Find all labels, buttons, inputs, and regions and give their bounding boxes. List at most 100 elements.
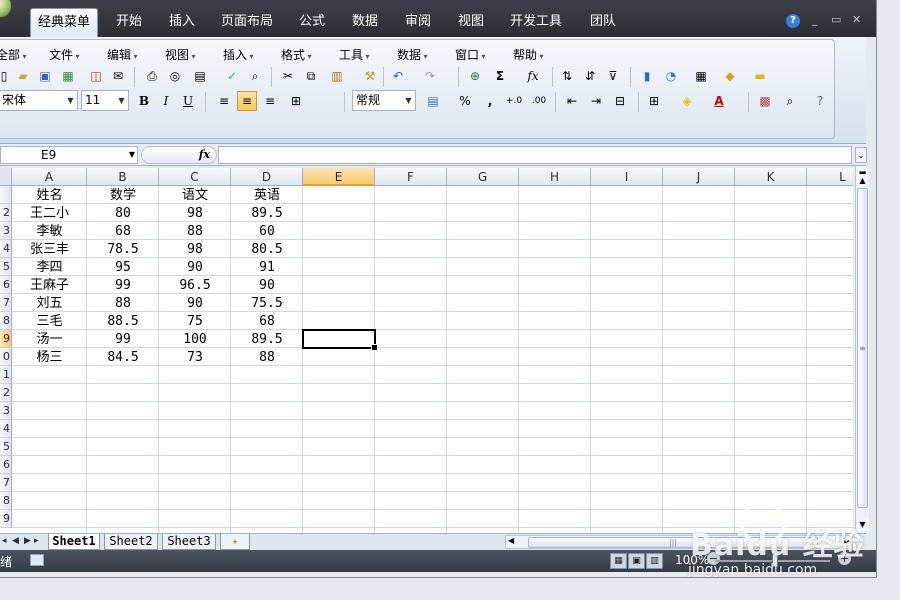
help-icon[interactable]: ? xyxy=(786,14,800,28)
row-header-17[interactable]: 7 xyxy=(0,474,12,492)
tab-formulas[interactable]: 公式 xyxy=(291,8,333,37)
column-header-f[interactable]: F xyxy=(375,168,447,186)
menu-file[interactable]: 文件 xyxy=(49,46,80,63)
insert-function-icon[interactable]: fx xyxy=(523,66,543,86)
score-cell[interactable]: 89.5 xyxy=(231,330,303,348)
row-header-6[interactable]: 6 xyxy=(0,276,12,294)
fill-color-icon[interactable]: ◈ xyxy=(677,91,697,111)
zoom-search-icon[interactable]: ⌕ xyxy=(780,91,800,111)
name-cell[interactable]: 三毛 xyxy=(12,312,87,330)
tab-data[interactable]: 数据 xyxy=(344,8,386,37)
tab-page-layout[interactable]: 页面布局 xyxy=(216,8,278,37)
sheet-tab-3[interactable]: Sheet3 xyxy=(162,534,216,550)
close-icon[interactable]: ✕ xyxy=(852,13,861,26)
vertical-scroll-thumb[interactable]: ≡ xyxy=(857,188,868,508)
styles-icon[interactable]: ▩ xyxy=(755,91,775,111)
column-header-h[interactable]: H xyxy=(519,168,591,186)
score-cell[interactable]: 75 xyxy=(159,312,231,330)
score-cell[interactable]: 84.5 xyxy=(87,348,159,366)
sort-ascending-icon[interactable]: ⇅ xyxy=(557,66,577,86)
score-cell[interactable]: 80 xyxy=(87,204,159,222)
column-header-j[interactable]: J xyxy=(663,168,735,186)
menu-tools[interactable]: 工具 xyxy=(339,46,370,63)
score-cell[interactable]: 88 xyxy=(87,294,159,312)
score-cell[interactable]: 89.5 xyxy=(231,204,303,222)
spelling-icon[interactable]: ✓ xyxy=(222,66,242,86)
normal-view-icon[interactable]: ▦ xyxy=(610,553,627,569)
name-cell[interactable]: 汤一 xyxy=(12,330,87,348)
score-cell[interactable]: 90 xyxy=(159,258,231,276)
menu-window[interactable]: 窗口 xyxy=(455,46,486,63)
column-header-e[interactable]: E xyxy=(303,168,375,186)
score-cell[interactable]: 60 xyxy=(231,222,303,240)
score-cell[interactable]: 91 xyxy=(231,258,303,276)
score-cell[interactable]: 88.5 xyxy=(87,312,159,330)
comma-button[interactable]: , xyxy=(480,91,500,111)
score-cell[interactable]: 96.5 xyxy=(159,276,231,294)
tab-team[interactable]: 团队 xyxy=(582,8,624,37)
print-preview-icon[interactable]: ◎ xyxy=(165,66,185,86)
select-all-corner[interactable] xyxy=(0,168,12,186)
menu-format[interactable]: 格式 xyxy=(281,46,312,63)
name-cell[interactable]: 杨三 xyxy=(12,348,87,366)
row-header-4[interactable]: 4 xyxy=(0,240,12,258)
table-header-cell[interactable]: 英语 xyxy=(231,186,303,204)
row-header-3[interactable]: 3 xyxy=(0,222,12,240)
row-header-7[interactable]: 7 xyxy=(0,294,12,312)
column-header-l[interactable]: L xyxy=(807,168,853,186)
name-cell[interactable]: 王二小 xyxy=(12,204,87,222)
sort-descending-icon[interactable]: ⇵ xyxy=(580,66,600,86)
next-sheet-icon[interactable]: ▶ xyxy=(24,536,31,546)
font-color-icon[interactable]: A xyxy=(709,91,729,111)
macro-record-icon[interactable] xyxy=(30,554,44,566)
menu-all[interactable]: 全部 xyxy=(0,46,27,63)
row-header-19[interactable]: 9 xyxy=(0,510,12,528)
menu-edit[interactable]: 编辑 xyxy=(107,46,138,63)
score-cell[interactable]: 80.5 xyxy=(231,240,303,258)
minimize-icon[interactable]: _ xyxy=(812,13,818,26)
tab-review[interactable]: 审阅 xyxy=(397,8,439,37)
name-cell[interactable]: 刘五 xyxy=(12,294,87,312)
score-cell[interactable]: 88 xyxy=(231,348,303,366)
chevron-down-icon[interactable]: ▼ xyxy=(402,91,415,110)
tab-home[interactable]: 开始 xyxy=(108,8,150,37)
chevron-down-icon[interactable]: ▼ xyxy=(64,91,77,110)
score-cell[interactable]: 99 xyxy=(87,330,159,348)
tab-insert[interactable]: 插入 xyxy=(161,8,203,37)
row-header-16[interactable]: 6 xyxy=(0,456,12,474)
hyperlink-icon[interactable]: ⊕ xyxy=(465,66,485,86)
row-header-8[interactable]: 8 xyxy=(0,312,12,330)
table-header-cell[interactable]: 姓名 xyxy=(12,186,87,204)
prev-sheet-icon[interactable]: ◀ xyxy=(12,536,19,546)
wrap-text-icon[interactable]: ⊟ xyxy=(610,91,630,111)
tab-developer[interactable]: 开发工具 xyxy=(503,8,569,37)
score-cell[interactable]: 98 xyxy=(159,240,231,258)
name-cell[interactable]: 张三丰 xyxy=(12,240,87,258)
scroll-up-icon[interactable]: ▲ xyxy=(856,174,869,188)
column-header-a[interactable]: A xyxy=(12,168,87,186)
sheet-tab-2[interactable]: Sheet2 xyxy=(104,534,158,550)
increase-decimal-button[interactable]: +.0 xyxy=(504,91,524,111)
redo-icon[interactable]: ↷ xyxy=(420,66,440,86)
formula-input[interactable] xyxy=(218,146,852,164)
autosum-icon[interactable]: Σ xyxy=(490,66,510,86)
increase-indent-icon[interactable]: ⇥ xyxy=(586,91,606,111)
format-painter-icon[interactable]: ⚒ xyxy=(360,66,380,86)
score-cell[interactable]: 68 xyxy=(87,222,159,240)
menu-insert[interactable]: 插入 xyxy=(223,46,254,63)
score-cell[interactable]: 90 xyxy=(231,276,303,294)
column-header-c[interactable]: C xyxy=(159,168,231,186)
align-left-icon[interactable]: ≡ xyxy=(214,91,234,111)
merge-center-icon[interactable]: ⊞ xyxy=(286,91,306,111)
column-header-d[interactable]: D xyxy=(231,168,303,186)
open-folder-icon[interactable]: ▰ xyxy=(13,66,33,86)
score-cell[interactable]: 88 xyxy=(159,222,231,240)
copy-icon[interactable]: ⧉ xyxy=(301,66,321,86)
score-cell[interactable]: 100 xyxy=(159,330,231,348)
score-cell[interactable]: 99 xyxy=(87,276,159,294)
number-format-select[interactable]: 常规 ▼ xyxy=(352,90,416,111)
research-icon[interactable]: ⌕ xyxy=(245,66,265,86)
table-header-cell[interactable]: 语文 xyxy=(159,186,231,204)
borders-icon[interactable]: ⊞ xyxy=(644,91,664,111)
print-area-icon[interactable]: ▤ xyxy=(190,66,210,86)
